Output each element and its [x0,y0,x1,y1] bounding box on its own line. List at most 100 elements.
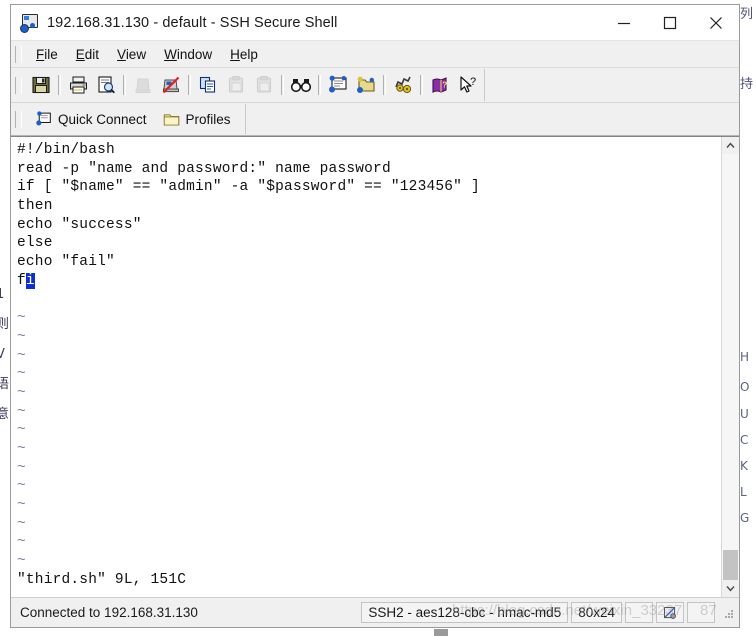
scrollbar-track[interactable] [722,154,739,580]
profiles-label: Profiles [185,111,231,127]
vim-tilde-line: ~ [17,553,26,570]
capture-icon[interactable] [656,602,684,623]
scroll-up-button[interactable] [722,137,739,154]
window-controls [601,5,739,40]
terminal-line: if [ "$name" == "admin" -a "$password" =… [17,179,480,196]
vim-tilde-line: ~ [17,384,26,401]
status-empty-cell-1 [625,602,653,623]
quick-connect-group: Quick Connect Profiles [27,104,246,134]
cipher-status: SSH2 - aes128-cbc - hmac-md5 [361,602,569,623]
menu-item-edit[interactable]: Edit [67,45,108,64]
desktop-background-bottom [0,629,756,636]
toolbar-separator [281,75,284,95]
bg-glyph: C [740,433,749,447]
terminal-line: echo "fail" [17,254,115,271]
bg-glyph: 1 [0,287,5,302]
text-cursor: i [25,272,35,289]
window-title: 192.168.31.130 - default - SSH Secure Sh… [47,14,338,31]
menu-item-view-rest: iew [125,46,147,62]
terminal-line: read -p "name and password:" name passwo… [17,160,391,177]
vim-tilde-line: ~ [17,347,26,364]
bg-glyph: U [740,407,749,421]
toolbar-separator [188,75,191,95]
help-book-icon[interactable]: ? [426,71,454,99]
connection-status: Connected to 192.168.31.130 [20,605,198,620]
vim-tilde-line: ~ [17,366,26,383]
toolbar-button-group: ? ? [27,69,485,101]
disconnect-icon[interactable] [157,71,185,99]
profiles-button[interactable]: Profiles [155,110,239,129]
vim-tilde-line: ~ [17,310,26,327]
menu-bar: File Edit View Window Help [11,41,739,68]
menu-item-file[interactable]: File [27,45,67,64]
vim-tilde-line: ~ [17,403,26,420]
bg-glyph: H [740,350,750,364]
terminal-area: #!/bin/bash read -p "name and password:"… [11,136,739,597]
menu-item-window-rest: indow [176,46,213,62]
vim-empty-lines: ~ ~ ~ ~ ~ ~ ~ ~ ~ ~ ~ ~ ~ ~ [17,309,721,571]
menu-item-edit-rest: dit [84,46,100,62]
desktop-background-left: 1 则 V 语 意 [0,0,10,636]
terminal-line: #!/bin/bash [17,142,115,158]
quick-connect-bar: Quick Connect Profiles [11,103,739,136]
toolbar-drag-grip[interactable] [15,76,22,94]
menu-item-help[interactable]: Help [221,45,267,64]
vim-tilde-line: ~ [17,459,26,476]
paste-icon [222,71,250,99]
connect-icon [129,71,157,99]
toolbar-separator [420,75,423,95]
bg-glyph: L [740,485,747,499]
screenshot-root: 1 则 V 语 意 列 持 H O U C K L G 192.168.31.1… [0,0,756,636]
toolbar-separator [383,75,386,95]
ssh-secure-shell-window: 192.168.31.130 - default - SSH Secure Sh… [10,4,740,628]
terminal-size-status: 80x24 [571,602,622,623]
find-icon[interactable] [287,71,315,99]
terminal-line: echo "success" [17,216,142,233]
status-empty-cell-2 [687,602,715,623]
new-file-transfer-icon[interactable] [352,71,380,99]
title-bar[interactable]: 192.168.31.130 - default - SSH Secure Sh… [11,5,739,41]
bg-glyph: G [740,511,750,525]
vim-tilde-line: ~ [17,497,26,514]
print-preview-icon[interactable] [92,71,120,99]
vim-status-line: "third.sh" 9L, 151C [17,571,187,588]
close-button[interactable] [693,5,739,40]
svg-text:?: ? [442,81,447,90]
folder-icon [163,112,180,127]
settings-icon[interactable] [389,71,417,99]
maximize-button[interactable] [647,5,693,40]
bg-glyph: 持 [740,77,754,92]
scroll-down-button[interactable] [722,580,739,597]
resize-grip[interactable] [720,605,736,621]
menu-item-window[interactable]: Window [155,45,221,64]
terminal-output[interactable]: #!/bin/bash read -p "name and password:"… [11,137,721,597]
copy-icon[interactable] [194,71,222,99]
menu-item-view[interactable]: View [108,45,155,64]
print-icon[interactable] [64,71,92,99]
bg-glyph: 则 [0,317,10,332]
vertical-scrollbar[interactable] [721,137,739,597]
minimize-button[interactable] [601,5,647,40]
bg-glyph: K [740,459,748,473]
paste-plain-icon [250,71,278,99]
vim-tilde-line: ~ [17,441,26,457]
terminal-line-text: f [17,272,26,289]
new-terminal-icon[interactable] [324,71,352,99]
scrollbar-thumb[interactable] [723,550,738,580]
menu-drag-grip[interactable] [15,45,22,63]
menu-item-help-rest: elp [239,46,258,62]
quickbar-drag-grip[interactable] [15,110,22,128]
save-icon[interactable] [27,71,55,99]
bg-glyph: 列 [740,7,754,22]
desktop-background-right: 列 持 H O U C K L G [740,0,756,636]
vim-tilde-line: ~ [17,534,26,551]
quick-connect-button[interactable]: Quick Connect [27,109,155,130]
context-help-icon[interactable]: ? [454,71,482,99]
svg-text:?: ? [470,76,476,88]
toolbar-separator [123,75,126,95]
vim-tilde-line: ~ [17,478,26,495]
taskbar-sliver [434,629,448,636]
vim-tilde-line: ~ [17,328,26,345]
toolbar-separator [318,75,321,95]
